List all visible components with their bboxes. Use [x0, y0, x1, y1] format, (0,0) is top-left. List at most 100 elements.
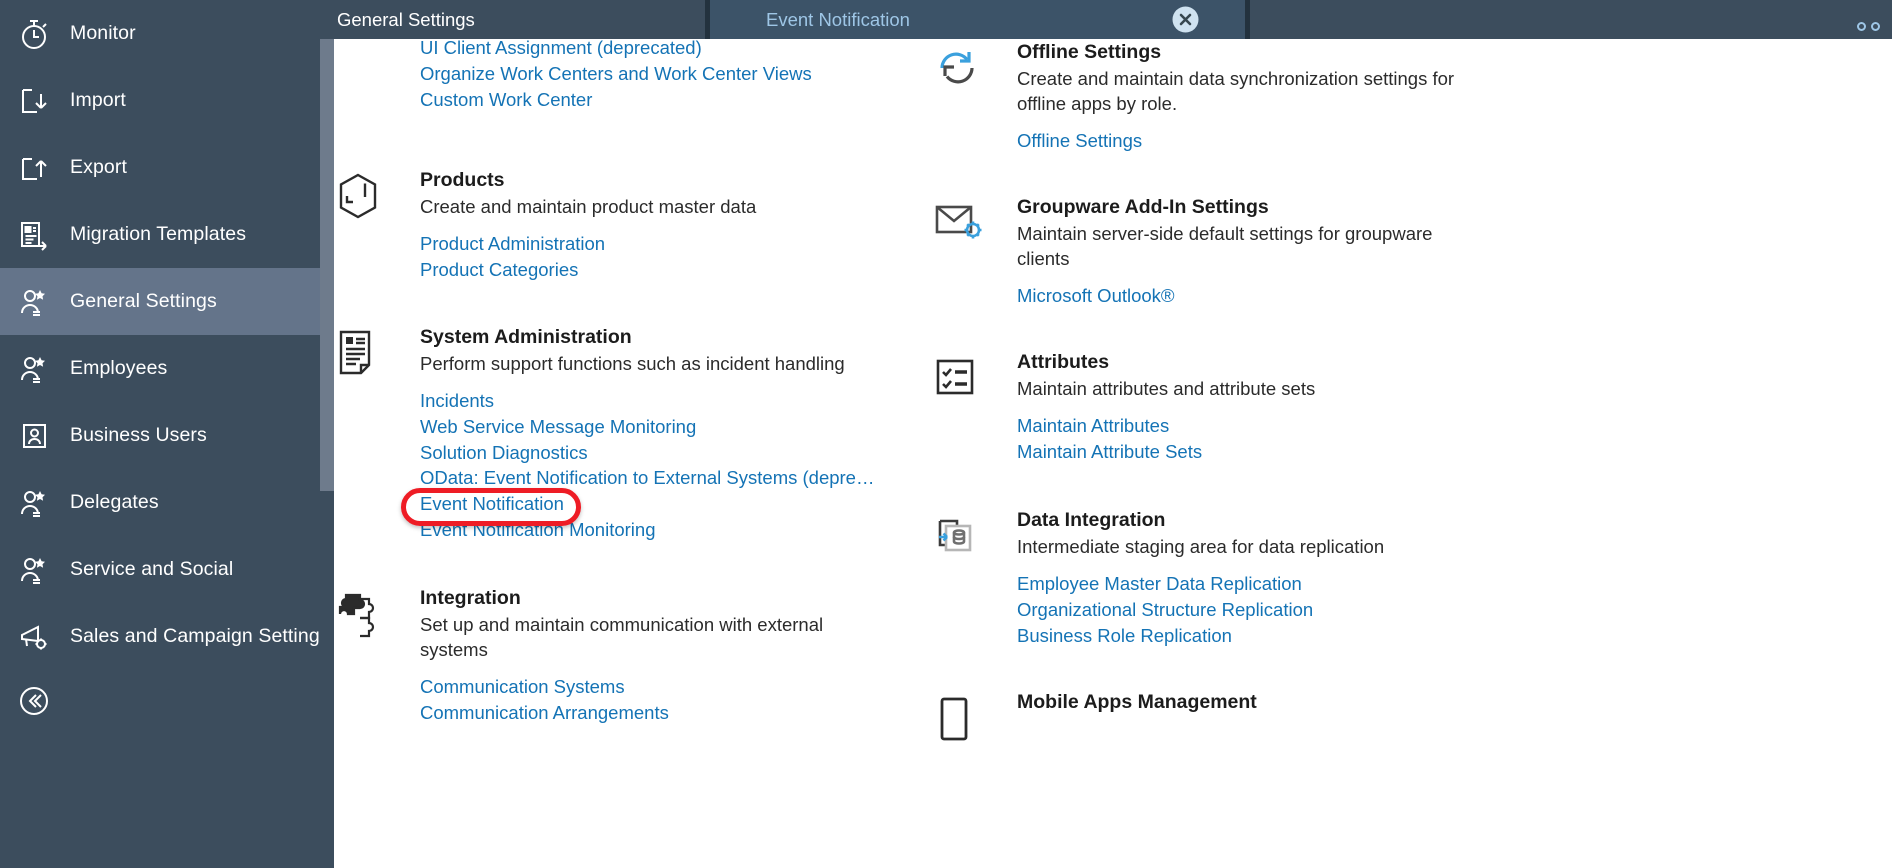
link-incidents[interactable]: Incidents [420, 388, 925, 414]
tile-desc: Create and maintain product master data [420, 196, 757, 217]
sidebar-collapse-row [0, 670, 320, 732]
tile-title: Integration [420, 587, 521, 609]
tile-groupware-addin-settings: Groupware Add-In Settings Maintain serve… [931, 194, 1522, 309]
export-icon [12, 149, 56, 187]
user-star-icon [12, 283, 56, 321]
link-odata-event-notification-external[interactable]: OData: Event Notification to External Sy… [420, 465, 925, 491]
tile-title: System Administration [420, 326, 632, 348]
content-scrollbar-track[interactable] [320, 39, 334, 868]
user-star-icon [12, 484, 56, 522]
link-communication-arrangements[interactable]: Communication Arrangements [420, 700, 925, 726]
tile-desc: Perform support functions such as incide… [420, 353, 845, 374]
link-communication-systems[interactable]: Communication Systems [420, 674, 925, 700]
tile-body: Integration Set up and maintain communic… [420, 585, 925, 726]
mail-gear-icon [931, 194, 1017, 309]
close-circle-icon[interactable] [1167, 2, 1203, 38]
sidebar-item-delegates[interactable]: Delegates [0, 469, 320, 536]
link-maintain-attribute-sets[interactable]: Maintain Attribute Sets [1017, 439, 1522, 465]
migration-templates-icon [12, 216, 56, 254]
import-icon [12, 82, 56, 120]
link-event-notification-monitoring[interactable]: Event Notification Monitoring [420, 517, 925, 543]
tile-title: Mobile Apps Management [1017, 691, 1257, 713]
link-organize-work-centers[interactable]: Organize Work Centers and Work Center Vi… [420, 61, 925, 87]
link-business-role-replication[interactable]: Business Role Replication [1017, 623, 1522, 649]
link-employee-master-data-replication[interactable]: Employee Master Data Replication [1017, 571, 1522, 597]
tile-desc: Intermediate staging area for data repli… [1017, 536, 1385, 557]
tile-products: Products Create and maintain product mas… [334, 167, 925, 283]
tile-system-administration: System Administration Perform support fu… [334, 324, 925, 543]
tile-title: Data Integration [1017, 509, 1166, 531]
overflow-dots-icon[interactable] [1857, 22, 1880, 31]
link-offline-settings[interactable]: Offline Settings [1017, 128, 1522, 154]
tile-data-integration: Data Integration Intermediate staging ar… [931, 507, 1522, 648]
tile-links: Microsoft Outlook® [1017, 283, 1522, 309]
sidebar-item-label: Business Users [70, 424, 207, 446]
content-scrollbar-thumb[interactable] [320, 39, 334, 491]
sidebar-item-label: Export [70, 156, 127, 178]
tile-desc: Create and maintain data synchronization… [1017, 68, 1455, 114]
tile-links: Product Administration Product Categorie… [420, 231, 925, 283]
tile-title: Products [420, 169, 505, 191]
link-solution-diagnostics[interactable]: Solution Diagnostics [420, 440, 925, 466]
tile-desc: Set up and maintain communication with e… [420, 614, 824, 660]
tab-general-settings[interactable]: General Settings [320, 0, 710, 39]
tab-label: Event Notification [766, 8, 910, 30]
tile-links: Incidents Web Service Message Monitoring… [401, 388, 925, 543]
tile-links: Offline Settings [1017, 128, 1522, 154]
tab-event-notification[interactable]: Event Notification [710, 0, 1250, 39]
tile-title: Attributes [1017, 351, 1110, 373]
tile-desc: Maintain server-side default settings fo… [1017, 223, 1433, 269]
user-card-icon [12, 417, 56, 455]
tile-body: Data Integration Intermediate staging ar… [1017, 507, 1522, 648]
sidebar-item-migration-templates[interactable]: Migration Templates [0, 201, 320, 268]
tile-desc: Maintain attributes and attribute sets [1017, 378, 1316, 399]
sidebar-item-label: Service and Social [70, 558, 234, 580]
sidebar-item-label: Migration Templates [70, 223, 247, 245]
user-star-icon [12, 551, 56, 589]
sidebar-item-label: Monitor [70, 22, 136, 44]
sidebar-item-monitor[interactable]: Monitor [0, 0, 320, 67]
sync-refresh-icon [931, 39, 1017, 154]
tab-strip-filler [1250, 0, 1892, 39]
sidebar-item-label: Delegates [70, 491, 159, 513]
tile-links: Employee Master Data Replication Organiz… [1017, 571, 1522, 648]
sidebar-item-employees[interactable]: Employees [0, 335, 320, 402]
app-root: Monitor Import Export Migration Template… [0, 0, 1892, 868]
sidebar-item-service-and-social[interactable]: Service and Social [0, 536, 320, 603]
system-admin-doc-icon [334, 324, 420, 543]
megaphone-gear-icon [12, 618, 56, 656]
tile-body: Mobile Apps Management [1017, 689, 1522, 743]
data-integration-icon [931, 507, 1017, 648]
sidebar-item-general-settings[interactable]: General Settings [0, 268, 320, 335]
tile-integration: Integration Set up and maintain communic… [334, 585, 925, 726]
link-product-administration[interactable]: Product Administration [420, 231, 925, 257]
link-product-categories[interactable]: Product Categories [420, 257, 925, 283]
link-custom-work-center[interactable]: Custom Work Center [420, 87, 925, 113]
tile-body: UI Client Assignment (deprecated) Organi… [420, 35, 925, 112]
overview-left-column: UI Client Assignment (deprecated) Organi… [334, 37, 931, 868]
checklist-icon [931, 349, 1017, 465]
sidebar-item-export[interactable]: Export [0, 134, 320, 201]
sidebar-item-label: General Settings [70, 290, 217, 312]
sidebar-item-label: Employees [70, 357, 168, 379]
sidebar-item-sales-and-campaign-settings[interactable]: Sales and Campaign Settings [0, 603, 320, 670]
left-sidebar: Monitor Import Export Migration Template… [0, 0, 320, 868]
overview-right-column: Offline Settings Create and maintain dat… [931, 39, 1528, 868]
puzzle-integration-icon [334, 585, 420, 726]
link-maintain-attributes[interactable]: Maintain Attributes [1017, 413, 1522, 439]
link-event-notification[interactable]: Event Notification [420, 491, 925, 517]
link-organizational-structure-replication[interactable]: Organizational Structure Replication [1017, 597, 1522, 623]
link-web-service-message-monitoring[interactable]: Web Service Message Monitoring [420, 414, 925, 440]
user-star-icon [12, 350, 56, 388]
tile-body: Products Create and maintain product mas… [420, 167, 925, 283]
tile-body: Groupware Add-In Settings Maintain serve… [1017, 194, 1522, 309]
stopwatch-icon [12, 15, 56, 53]
sidebar-item-import[interactable]: Import [0, 67, 320, 134]
main-area: General Settings Event Notification UI C… [320, 0, 1892, 868]
collapse-chevrons-icon[interactable] [12, 682, 56, 720]
sidebar-item-business-users[interactable]: Business Users [0, 402, 320, 469]
tile-body: System Administration Perform support fu… [401, 324, 925, 543]
tile-offline-settings: Offline Settings Create and maintain dat… [931, 39, 1522, 154]
link-microsoft-outlook[interactable]: Microsoft Outlook® [1017, 283, 1522, 309]
tile-title: Offline Settings [1017, 41, 1162, 63]
